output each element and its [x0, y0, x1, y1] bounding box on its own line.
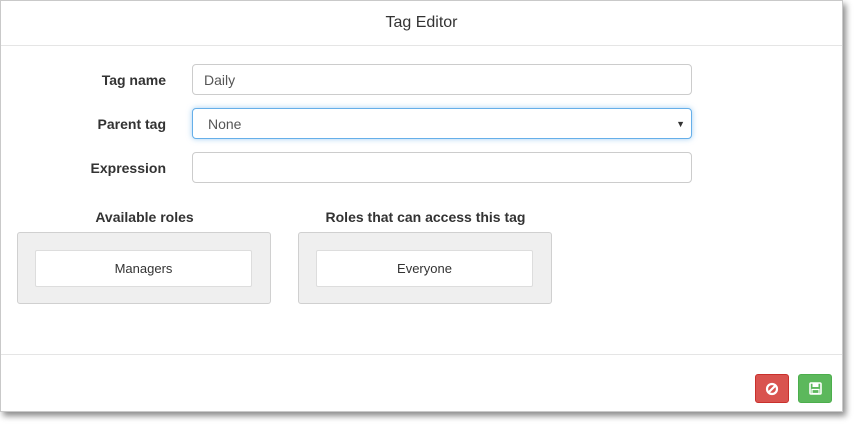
- parent-tag-label: Parent tag: [97, 115, 166, 132]
- tag-name-input[interactable]: Daily: [192, 64, 692, 95]
- cancel-button[interactable]: [755, 374, 789, 403]
- dialog-footer: [1, 354, 842, 412]
- access-roles-title: Roles that can access this tag: [325, 209, 526, 225]
- role-item-label: Everyone: [397, 261, 452, 276]
- role-item-managers[interactable]: Managers: [35, 250, 252, 287]
- dialog-title: Tag Editor: [385, 14, 458, 31]
- expression-row: Expression: [1, 152, 166, 183]
- available-roles-title: Available roles: [95, 209, 194, 225]
- tag-editor-dialog: Tag Editor Tag name Daily Parent tag Non…: [0, 0, 843, 412]
- save-button[interactable]: [798, 374, 832, 403]
- expression-input[interactable]: [192, 152, 692, 183]
- dialog-header: Tag Editor: [1, 1, 842, 46]
- access-roles-list[interactable]: Everyone: [298, 232, 552, 304]
- tag-name-row: Tag name: [1, 64, 166, 95]
- role-item-label: Managers: [114, 261, 173, 276]
- available-roles-list[interactable]: Managers: [17, 232, 271, 304]
- parent-tag-selected: None: [208, 115, 242, 132]
- tag-name-value: Daily: [204, 71, 236, 88]
- chevron-down-icon: ▼: [676, 119, 685, 129]
- floppy-disk-icon: [808, 382, 822, 395]
- ban-icon: [765, 382, 779, 395]
- role-item-everyone[interactable]: Everyone: [316, 250, 533, 287]
- parent-tag-select[interactable]: None ▼: [192, 108, 692, 139]
- expression-label: Expression: [90, 159, 166, 176]
- parent-tag-row: Parent tag: [1, 108, 166, 139]
- tag-name-label: Tag name: [101, 71, 166, 88]
